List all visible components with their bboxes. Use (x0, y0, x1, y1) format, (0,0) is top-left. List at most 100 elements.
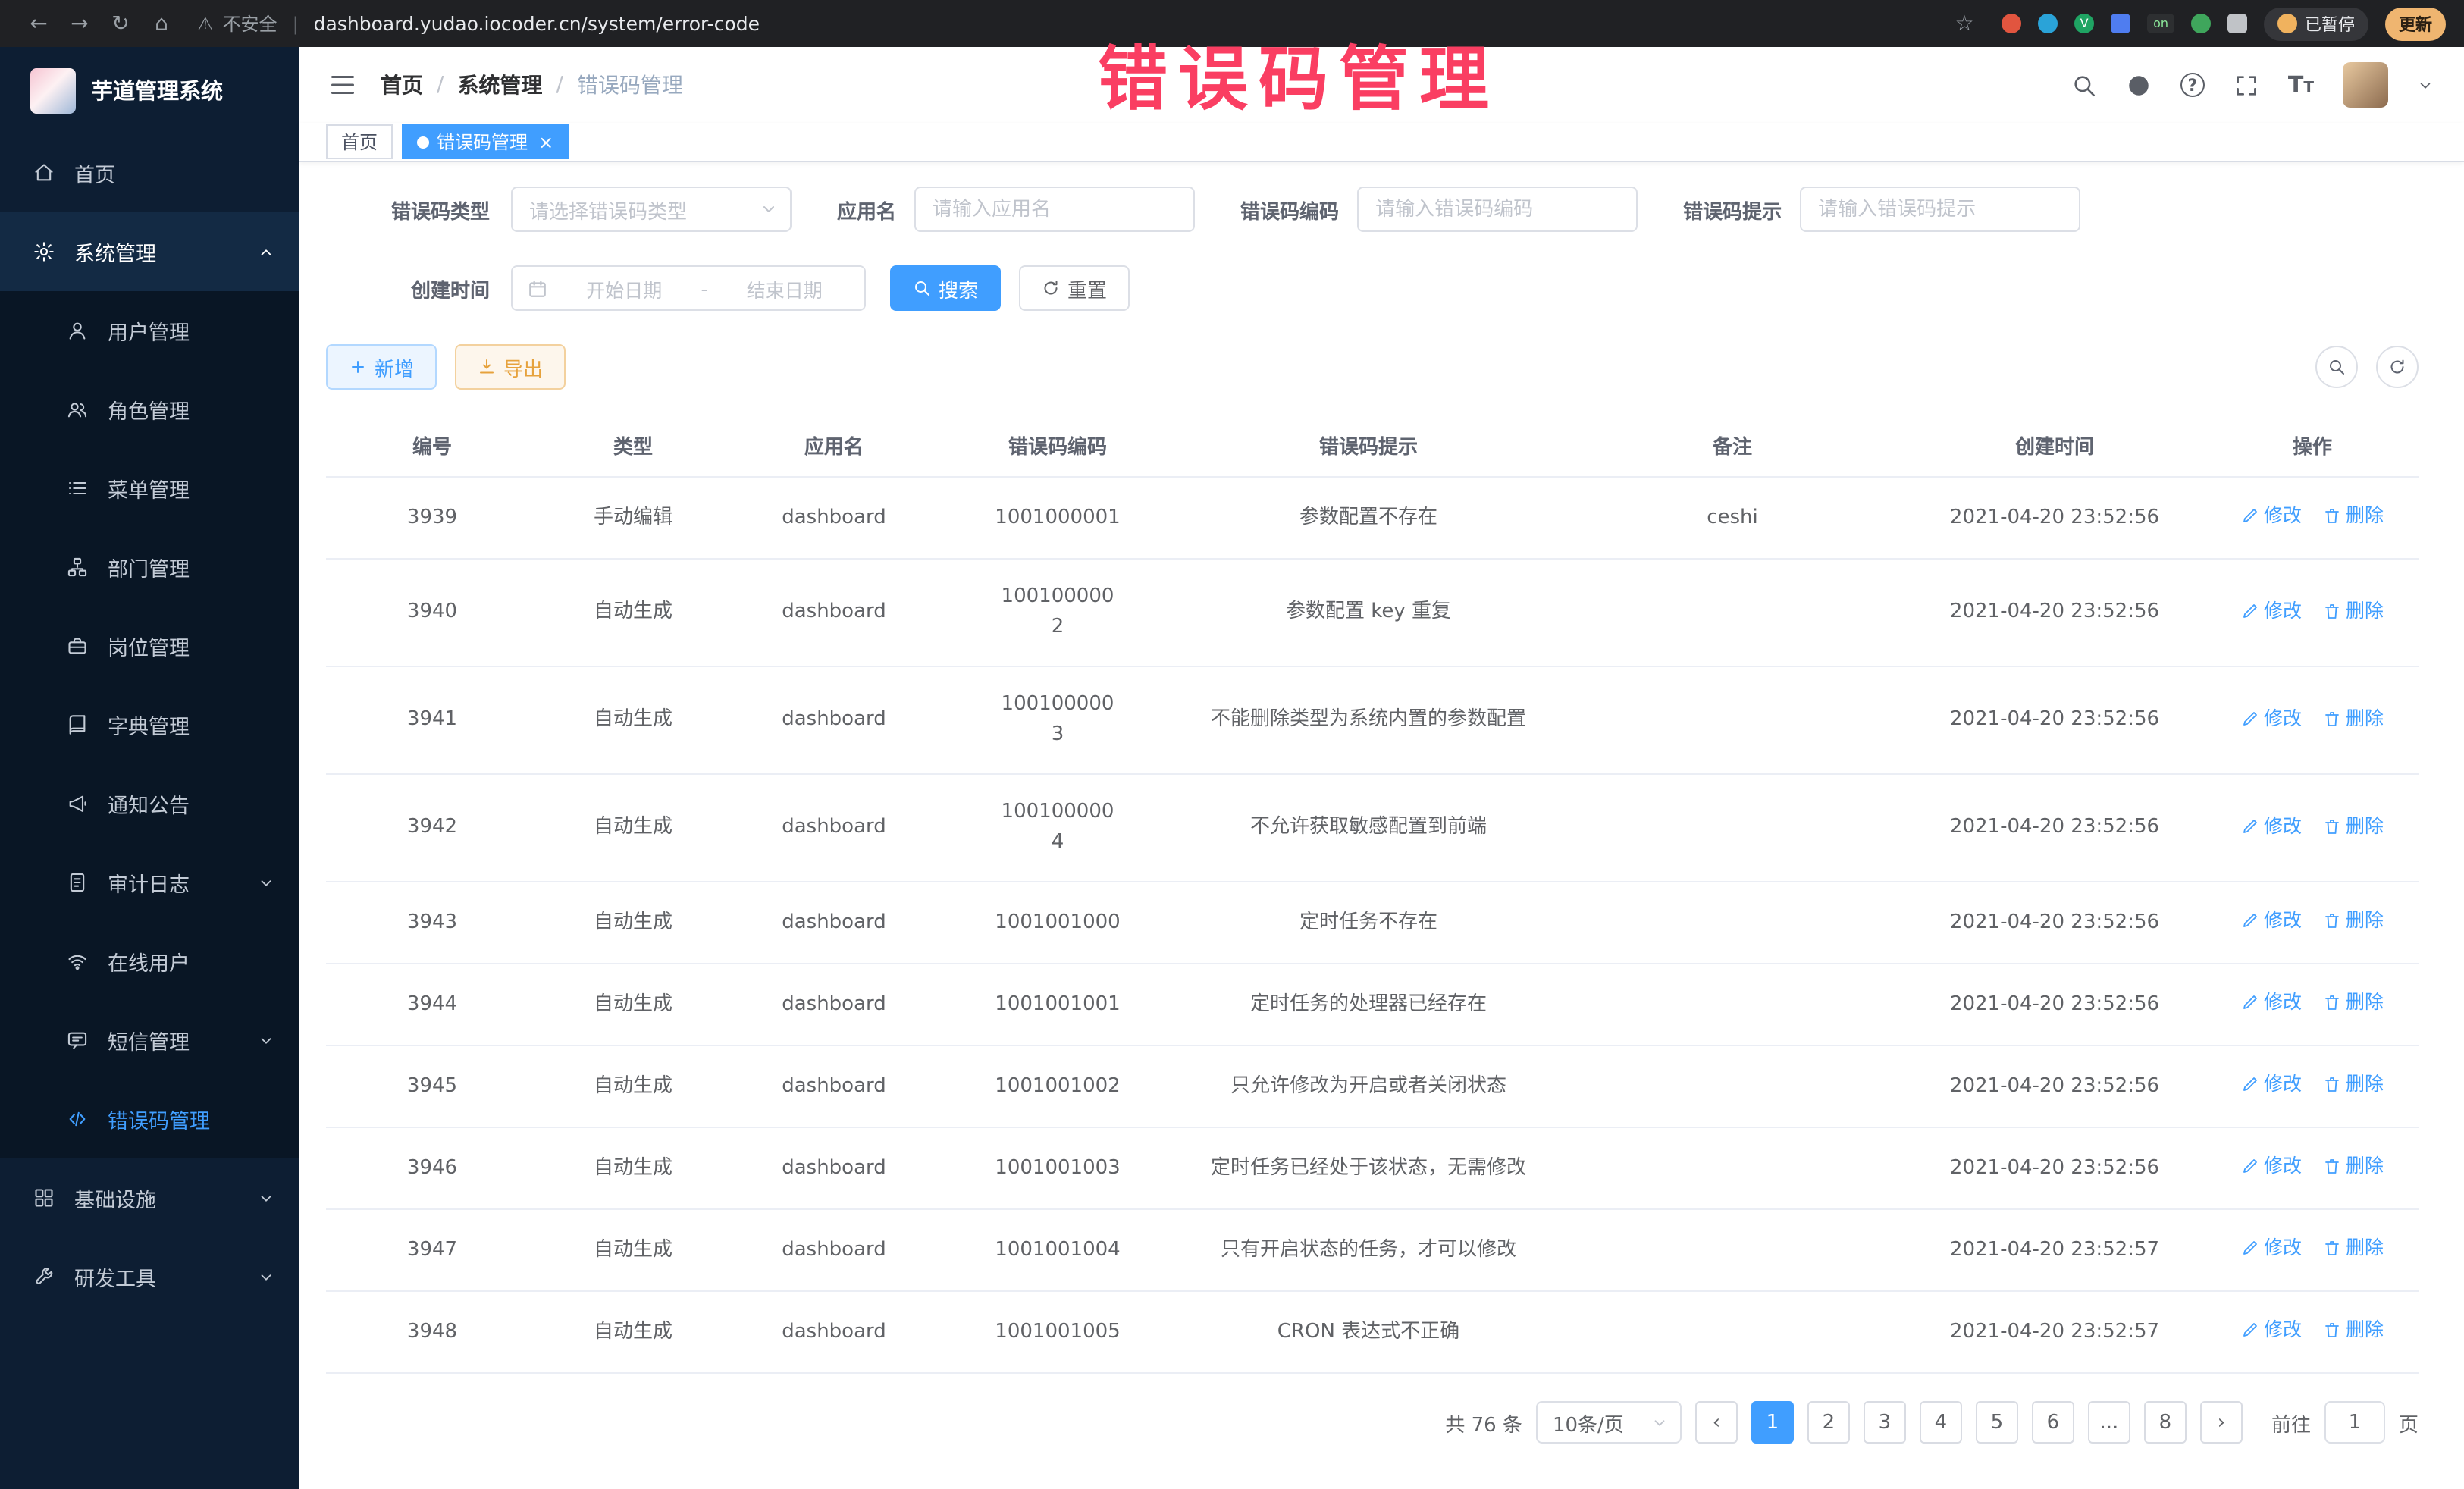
browser-forward-icon[interactable]: → (59, 11, 100, 36)
extension-red-icon[interactable] (2002, 14, 2021, 33)
bookmark-star-icon[interactable]: ☆ (1944, 11, 1985, 36)
error-type-select[interactable]: 请选择错误码类型 (511, 187, 792, 232)
edit-link[interactable]: 修改 (2241, 1315, 2302, 1345)
app-name-input[interactable] (914, 187, 1195, 232)
extension-leaf-icon[interactable] (2191, 14, 2211, 33)
extensions-puzzle-icon[interactable] (2227, 14, 2247, 33)
cell-ops: 修改删除 (2206, 774, 2419, 882)
sidebar-item-notices[interactable]: 通知公告 (0, 764, 299, 843)
add-button[interactable]: 新增 (326, 344, 437, 390)
search-button[interactable]: 搜索 (890, 265, 1001, 311)
page-button-3[interactable]: 3 (1864, 1401, 1906, 1444)
edit-link[interactable]: 修改 (2241, 810, 2302, 841)
cell-type: 自动生成 (538, 1291, 728, 1373)
error-hint-input[interactable] (1800, 187, 2080, 232)
sidebar-item-menus[interactable]: 菜单管理 (0, 449, 299, 528)
delete-link[interactable]: 删除 (2323, 1151, 2384, 1181)
tab-home[interactable]: 首页 (326, 124, 393, 159)
app-logo-row[interactable]: 芋道管理系统 (0, 47, 299, 133)
page-button-8[interactable]: 8 (2144, 1401, 2187, 1444)
edit-link[interactable]: 修改 (2241, 595, 2302, 625)
search-icon[interactable] (2071, 72, 2097, 98)
sidebar-item-dictionary[interactable]: 字典管理 (0, 685, 299, 764)
goto-page-input[interactable] (2324, 1401, 2385, 1444)
extension-drop-icon[interactable] (2038, 14, 2058, 33)
edit-link[interactable]: 修改 (2241, 500, 2302, 531)
sidebar-item-users[interactable]: 用户管理 (0, 291, 299, 370)
delete-link[interactable]: 删除 (2323, 810, 2384, 841)
page-ellipsis[interactable]: ... (2088, 1401, 2130, 1444)
delete-link[interactable]: 删除 (2323, 703, 2384, 733)
delete-link[interactable]: 删除 (2323, 905, 2384, 936)
user-avatar[interactable] (2343, 62, 2388, 108)
sidebar-item-error-code[interactable]: 错误码管理 (0, 1080, 299, 1158)
breadcrumb-home[interactable]: 首页 (381, 70, 423, 100)
close-icon[interactable]: × (538, 131, 553, 152)
prev-page-button[interactable]: ‹ (1695, 1401, 1738, 1444)
tab-error-code[interactable]: 错误码管理 × (402, 124, 569, 159)
sidebar-item-departments[interactable]: 部门管理 (0, 528, 299, 607)
edit-link[interactable]: 修改 (2241, 1233, 2302, 1263)
delete-link[interactable]: 删除 (2323, 1069, 2384, 1099)
caret-down-icon[interactable] (2417, 77, 2434, 93)
sidebar-item-system[interactable]: 系统管理 (0, 212, 299, 291)
page-button-6[interactable]: 6 (2032, 1401, 2074, 1444)
edit-link[interactable]: 修改 (2241, 905, 2302, 936)
github-icon[interactable] (2126, 72, 2152, 98)
browser-back-icon[interactable]: ← (18, 11, 59, 36)
profile-paused-chip[interactable]: 已暂停 (2264, 7, 2368, 40)
page-size-select[interactable]: 10条/页 (1536, 1401, 1682, 1444)
delete-link[interactable]: 删除 (2323, 500, 2384, 531)
breadcrumb-system[interactable]: 系统管理 (457, 70, 542, 100)
edit-link[interactable]: 修改 (2241, 1151, 2302, 1181)
browser-reload-icon[interactable]: ↻ (100, 11, 141, 36)
code-icon (67, 1108, 91, 1130)
page-button-1[interactable]: 1 (1751, 1401, 1794, 1444)
sidebar-item-home[interactable]: 首页 (0, 133, 299, 212)
delete-link[interactable]: 删除 (2323, 987, 2384, 1017)
browser-home-icon[interactable]: ⌂ (141, 11, 182, 36)
sidebar-item-positions[interactable]: 岗位管理 (0, 607, 299, 685)
security-chip[interactable]: ⚠ 不安全 | dashboard.yudao.iocoder.cn/syste… (197, 11, 760, 36)
page-button-4[interactable]: 4 (1920, 1401, 1962, 1444)
extension-on-badge[interactable]: on (2147, 14, 2174, 33)
menu-fold-icon[interactable] (329, 71, 356, 99)
edit-link[interactable]: 修改 (2241, 1069, 2302, 1099)
refresh-button[interactable] (2376, 346, 2419, 388)
app-logo (30, 67, 76, 113)
sidebar-item-roles[interactable]: 角色管理 (0, 370, 299, 449)
toggle-search-button[interactable] (2315, 346, 2358, 388)
page-button-5[interactable]: 5 (1976, 1401, 2018, 1444)
cell-id: 3943 (326, 882, 538, 964)
page-button-2[interactable]: 2 (1807, 1401, 1850, 1444)
export-button[interactable]: 导出 (455, 344, 566, 390)
extension-v-icon[interactable]: V (2074, 14, 2094, 33)
address-url[interactable]: dashboard.yudao.iocoder.cn/system/error-… (314, 12, 760, 35)
sidebar-item-dev-tools[interactable]: 研发工具 (0, 1237, 299, 1316)
help-icon[interactable]: ? (2180, 73, 2205, 97)
sidebar-item-infrastructure[interactable]: 基础设施 (0, 1158, 299, 1237)
pagination: 共 76 条 10条/页 ‹ 1 2 3 4 5 6 ... 8 › 前往 (326, 1401, 2419, 1489)
fullscreen-icon[interactable] (2234, 72, 2259, 98)
edit-link[interactable]: 修改 (2241, 987, 2302, 1017)
cell-hint: 定时任务的处理器已经存在 (1175, 964, 1562, 1045)
delete-link[interactable]: 删除 (2323, 595, 2384, 625)
font-size-icon[interactable]: TT (2288, 71, 2314, 99)
browser-update-button[interactable]: 更新 (2385, 7, 2446, 40)
edit-link[interactable]: 修改 (2241, 703, 2302, 733)
sidebar-item-sms[interactable]: 短信管理 (0, 1001, 299, 1080)
sidebar-item-online-users[interactable]: 在线用户 (0, 922, 299, 1001)
next-page-button[interactable]: › (2200, 1401, 2243, 1444)
reset-button[interactable]: 重置 (1019, 265, 1130, 311)
extension-grid-icon[interactable] (2111, 14, 2130, 33)
delete-link[interactable]: 删除 (2323, 1233, 2384, 1263)
error-code-input[interactable] (1357, 187, 1638, 232)
calendar-icon (528, 278, 547, 298)
divider: | (293, 13, 299, 34)
delete-link[interactable]: 删除 (2323, 1315, 2384, 1345)
date-range-picker[interactable]: 开始日期 - 结束日期 (511, 265, 866, 311)
error-code-table: 编号 类型 应用名 错误码编码 错误码提示 备注 创建时间 操作 3939手动编 (326, 414, 2419, 1374)
sidebar-item-audit-log[interactable]: 审计日志 (0, 843, 299, 922)
tags-view-bar: 首页 错误码管理 × (299, 124, 2464, 162)
edit-icon (2241, 1321, 2259, 1339)
